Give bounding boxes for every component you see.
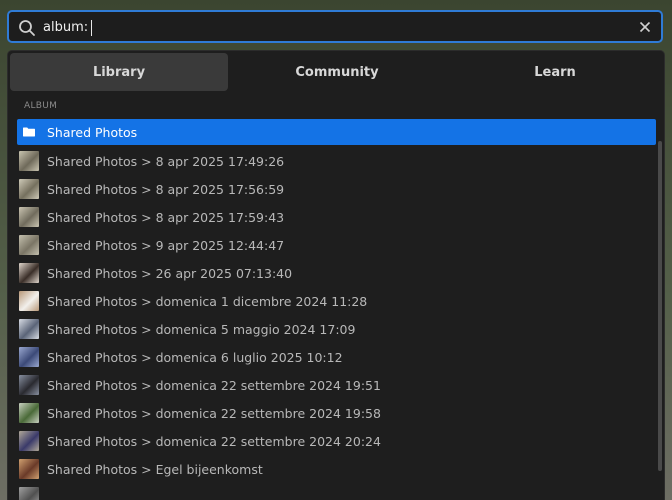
- app-background: Library Community Learn ALBUM Shared Pho…: [0, 0, 672, 500]
- results-scrollbar[interactable]: [658, 141, 662, 471]
- result-item-label: Shared Photos > domenica 22 settembre 20…: [47, 433, 381, 449]
- search-icon: [19, 20, 35, 36]
- album-thumbnail: [19, 403, 39, 423]
- tab-library[interactable]: Library: [10, 53, 228, 91]
- album-thumbnail: [19, 459, 39, 479]
- search-input[interactable]: [43, 15, 603, 39]
- clear-search-button[interactable]: [636, 18, 654, 36]
- tab-community[interactable]: Community: [228, 53, 446, 91]
- album-thumbnail: [19, 263, 39, 283]
- album-thumbnail: [19, 207, 39, 227]
- search-bar[interactable]: [7, 10, 663, 43]
- result-item[interactable]: Shared Photos > 8 apr 2025 17:56:59: [17, 175, 656, 203]
- result-item-label: Shared Photos > domenica 22 settembre 20…: [47, 405, 381, 421]
- result-item[interactable]: Shared Photos > domenica 22 settembre 20…: [17, 371, 656, 399]
- text-caret: [91, 20, 92, 36]
- result-item-label: Shared Photos > 8 apr 2025 17:56:59: [47, 181, 285, 197]
- tab-learn[interactable]: Learn: [446, 53, 664, 91]
- album-thumbnail: [19, 235, 39, 255]
- close-icon: [639, 21, 651, 33]
- result-item-label: Shared Photos > domenica 5 maggio 2024 1…: [47, 321, 356, 337]
- album-thumbnail: [19, 151, 39, 171]
- result-item-label: Shared Photos > domenica 22 settembre 20…: [47, 377, 381, 393]
- result-item-label: Shared Photos > 26 apr 2025 07:13:40: [47, 265, 293, 281]
- result-item[interactable]: Shared Photos > domenica 6 luglio 2025 1…: [17, 343, 656, 371]
- result-item[interactable]: Shared Photos > domenica 1 dicembre 2024…: [17, 287, 656, 315]
- result-item[interactable]: Shared Photos > 26 apr 2025 07:13:40: [17, 259, 656, 287]
- album-thumbnail: [19, 319, 39, 339]
- result-item[interactable]: Shared Photos > 9 apr 2025 12:44:47: [17, 231, 656, 259]
- result-item[interactable]: Shared Photos > domenica 5 maggio 2024 1…: [17, 315, 656, 343]
- result-item[interactable]: Shared Photos > domenica 22 settembre 20…: [17, 399, 656, 427]
- result-item-label: Shared Photos > 9 apr 2025 12:44:47: [47, 237, 285, 253]
- result-item-selected[interactable]: Shared Photos: [17, 119, 656, 145]
- album-thumbnail: [19, 487, 39, 500]
- result-item-label: Shared Photos > domenica 1 dicembre 2024…: [47, 293, 368, 309]
- folder-icon: [19, 122, 39, 142]
- result-item[interactable]: Shared Photos > domenica 22 settembre 20…: [17, 427, 656, 455]
- album-thumbnail: [19, 347, 39, 367]
- search-tabs: Library Community Learn: [10, 53, 664, 91]
- result-item[interactable]: Shared Photos > 8 apr 2025 17:59:43: [17, 203, 656, 231]
- result-item-label: Shared Photos > domenica 6 luglio 2025 1…: [47, 349, 343, 365]
- result-item[interactable]: [17, 483, 656, 500]
- result-item-label: Shared Photos > Egel bijeenkomst: [47, 461, 263, 477]
- album-thumbnail: [19, 291, 39, 311]
- album-thumbnail: [19, 179, 39, 199]
- search-results-panel: Library Community Learn ALBUM Shared Pho…: [7, 50, 665, 500]
- section-label-album: ALBUM: [24, 101, 58, 111]
- album-thumbnail: [19, 431, 39, 451]
- result-item-label: Shared Photos: [47, 124, 138, 140]
- results-list: Shared Photos Shared Photos > 8 apr 2025 …: [17, 119, 656, 500]
- result-item[interactable]: Shared Photos > 8 apr 2025 17:49:26: [17, 147, 656, 175]
- result-item[interactable]: Shared Photos > Egel bijeenkomst: [17, 455, 656, 483]
- result-item-label: Shared Photos > 8 apr 2025 17:59:43: [47, 209, 285, 225]
- album-thumbnail: [19, 375, 39, 395]
- result-item-label: Shared Photos > 8 apr 2025 17:49:26: [47, 153, 285, 169]
